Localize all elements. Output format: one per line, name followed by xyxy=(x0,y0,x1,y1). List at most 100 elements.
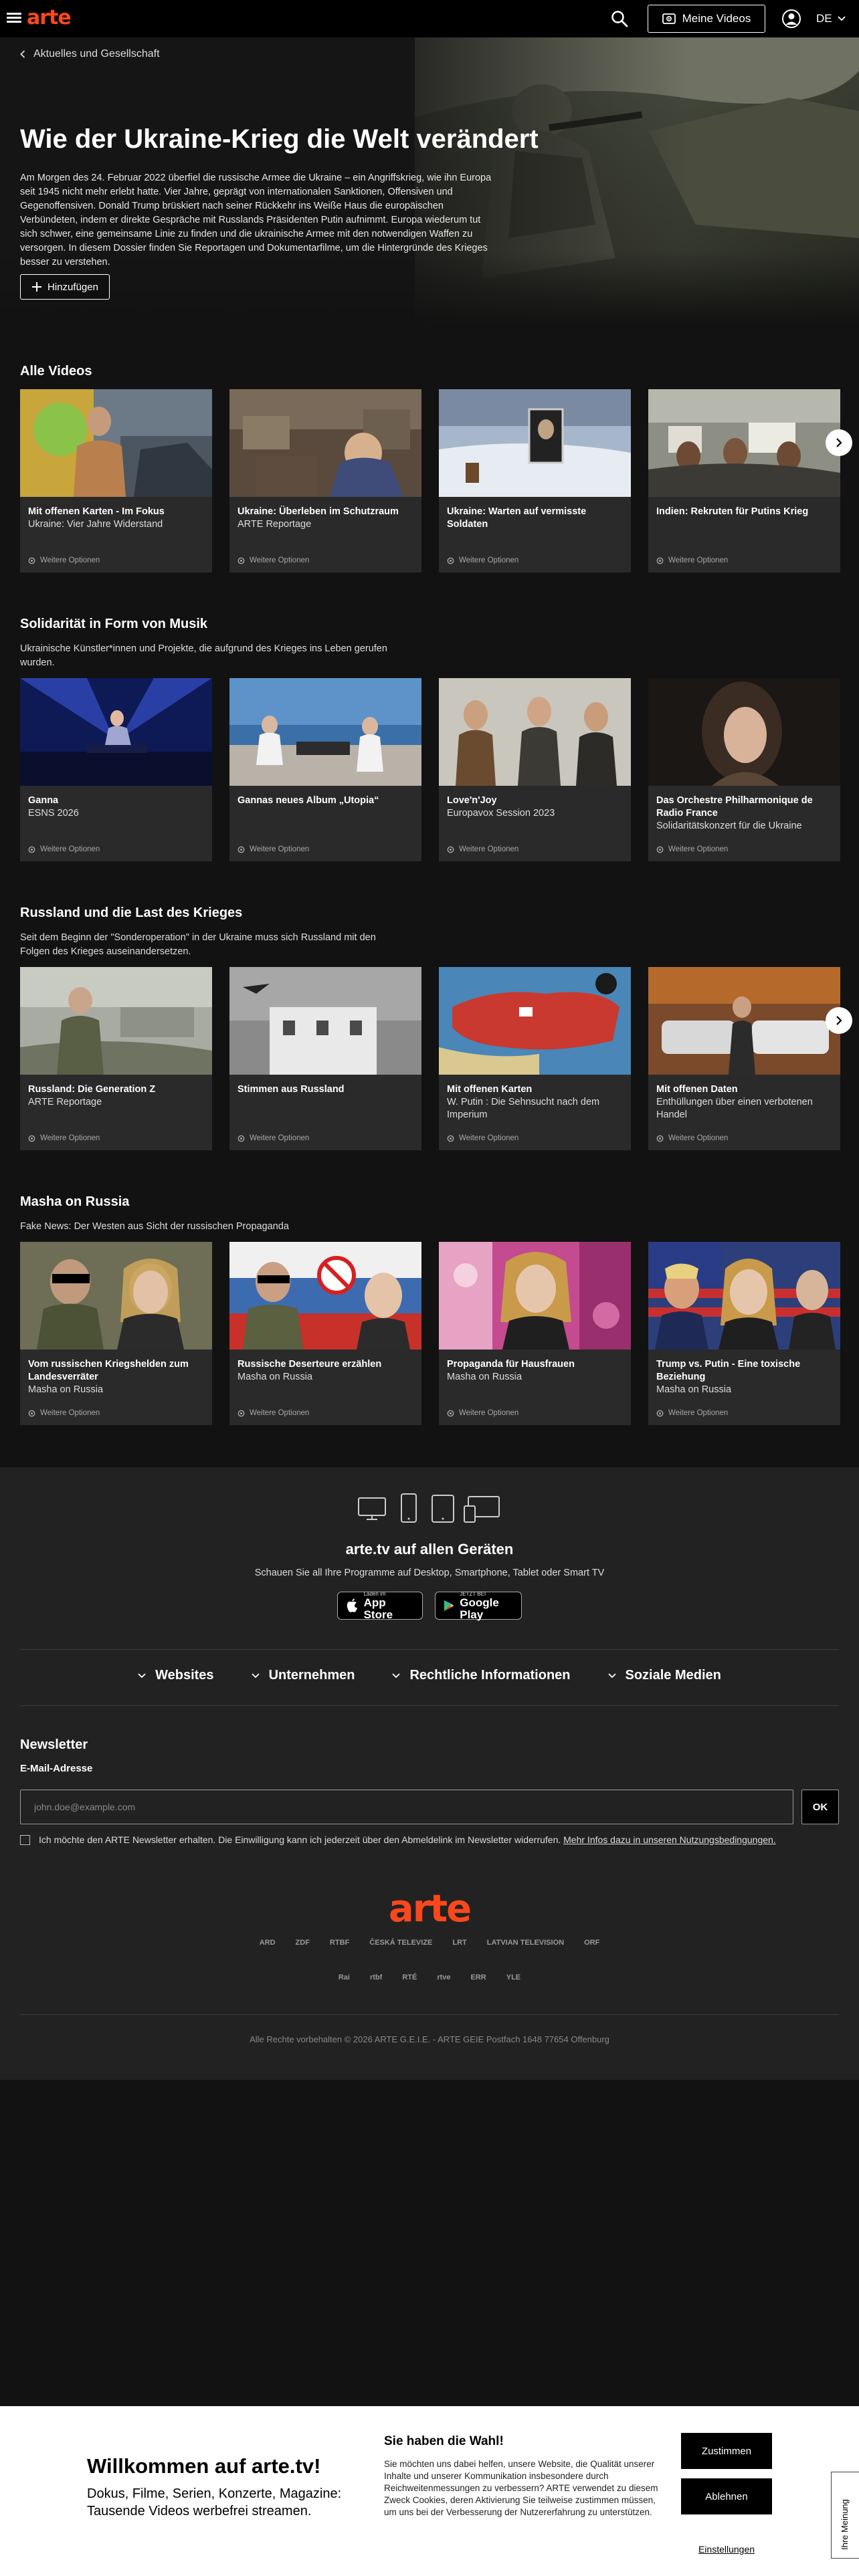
footer-link-unternehmen[interactable]: Unternehmen xyxy=(251,1668,355,1683)
partner-logo[interactable]: RTÉ xyxy=(401,1969,418,1986)
partner-logo[interactable]: ORF xyxy=(583,1934,601,1951)
google-play-label: Google Play xyxy=(460,1596,499,1621)
video-thumbnail xyxy=(439,678,631,786)
partner-logo[interactable]: ARD xyxy=(258,1934,277,1951)
feedback-tab[interactable]: Ihre Meinung xyxy=(831,2472,859,2559)
my-videos-button[interactable]: Meine Videos xyxy=(648,5,765,33)
video-card[interactable]: Ganna ESNS 2026 Weitere Optionen xyxy=(20,678,212,861)
video-subtitle: Ukraine: Vier Jahre Widerstand xyxy=(28,519,163,530)
video-card[interactable]: Mit offenen Karten W. Putin : Die Sehnsu… xyxy=(439,967,631,1150)
video-card[interactable]: Propaganda für Hausfrauen Masha on Russi… xyxy=(439,1242,631,1425)
video-row: Mit offenen Karten - Im Fokus Ukraine: V… xyxy=(20,389,859,572)
more-options[interactable]: Weitere Optionen xyxy=(237,556,309,564)
more-options[interactable]: Weitere Optionen xyxy=(237,845,309,853)
more-options-label: Weitere Optionen xyxy=(40,556,100,564)
more-options[interactable]: Weitere Optionen xyxy=(447,1409,518,1417)
newsletter-submit-button[interactable]: OK xyxy=(801,1790,839,1824)
settings-icon xyxy=(447,846,454,853)
arte-footer-logo: arte xyxy=(388,1887,472,1931)
video-card[interactable]: Russische Deserteure erzählen Masha on R… xyxy=(229,1242,421,1425)
hero-description: Am Morgen des 24. Februar 2022 überfiel … xyxy=(20,173,492,267)
more-options[interactable]: Weitere Optionen xyxy=(28,845,100,853)
newsletter-consent-checkbox[interactable] xyxy=(20,1835,30,1845)
video-thumbnail xyxy=(229,678,421,786)
breadcrumb[interactable]: Aktuelles und Gesellschaft xyxy=(20,48,160,60)
settings-icon xyxy=(656,1410,664,1416)
more-options[interactable]: Weitere Optionen xyxy=(447,1134,518,1142)
video-subtitle: Enthüllungen über einen verbotenen Hande… xyxy=(656,1097,813,1120)
app-store-button[interactable]: Laden im App Store xyxy=(337,1591,423,1620)
video-card[interactable]: Mit offenen Karten - Im Fokus Ukraine: V… xyxy=(20,389,212,572)
cookie-decline-button[interactable]: Ablehnen xyxy=(681,2478,772,2514)
partner-logo[interactable]: rtbf xyxy=(369,1969,383,1986)
more-options[interactable]: Weitere Optionen xyxy=(28,556,100,564)
video-card[interactable]: Ukraine: Überleben im Schutzraum ARTE Re… xyxy=(229,389,421,572)
video-card[interactable]: Das Orchestre Philharmonique de Radio Fr… xyxy=(648,678,840,861)
more-options[interactable]: Weitere Optionen xyxy=(656,845,728,853)
partner-logo[interactable]: LRT xyxy=(451,1934,468,1951)
more-options[interactable]: Weitere Optionen xyxy=(656,1134,728,1142)
video-card[interactable]: Ukraine: Warten auf vermisste Soldaten W… xyxy=(439,389,631,572)
email-field[interactable] xyxy=(20,1790,793,1824)
video-card[interactable]: Trump vs. Putin - Eine toxische Beziehun… xyxy=(648,1242,840,1425)
partner-logo[interactable]: ERR xyxy=(470,1969,488,1986)
video-card[interactable]: Stimmen aus Russland Weitere Optionen xyxy=(229,967,421,1150)
video-card[interactable]: Love'n'Joy Europavox Session 2023 Weiter… xyxy=(439,678,631,861)
more-options[interactable]: Weitere Optionen xyxy=(28,1134,100,1142)
settings-icon xyxy=(28,1410,35,1416)
apple-icon xyxy=(347,1598,358,1612)
video-thumbnail xyxy=(648,967,840,1075)
partner-logo[interactable]: ČESKÁ TELEVIZE xyxy=(368,1934,434,1951)
section-title: Solidarität in Form von Musik xyxy=(20,617,208,631)
partner-logo[interactable]: RTBF xyxy=(328,1934,351,1951)
more-options[interactable]: Weitere Optionen xyxy=(656,1409,728,1417)
video-row: Ganna ESNS 2026 Weitere Optionen Gannas … xyxy=(20,678,859,861)
video-card[interactable]: Russland: Die Generation Z ARTE Reportag… xyxy=(20,967,212,1150)
more-options[interactable]: Weitere Optionen xyxy=(237,1134,309,1142)
more-options[interactable]: Weitere Optionen xyxy=(447,845,518,853)
user-icon[interactable] xyxy=(781,9,801,29)
carousel-next-button[interactable] xyxy=(826,429,852,456)
video-thumbnail xyxy=(20,389,212,497)
terms-link[interactable]: Mehr Infos dazu in unseren Nutzungsbedin… xyxy=(563,1834,776,1845)
section-subtitle: Seit dem Beginn der "Sonderoperation" in… xyxy=(20,932,376,957)
more-options[interactable]: Weitere Optionen xyxy=(447,556,518,564)
video-card[interactable]: Mit offenen Daten Enthüllungen über eine… xyxy=(648,967,840,1150)
chevron-left-icon xyxy=(20,50,25,58)
more-options-label: Weitere Optionen xyxy=(250,1409,310,1417)
footer-link-social[interactable]: Soziale Medien xyxy=(607,1668,721,1683)
settings-icon xyxy=(28,846,35,853)
more-options[interactable]: Weitere Optionen xyxy=(656,556,728,564)
footer-link-websites[interactable]: Websites xyxy=(138,1668,214,1683)
video-title: Stimmen aus Russland xyxy=(237,1084,345,1095)
partner-logo[interactable]: ZDF xyxy=(294,1934,311,1951)
more-options[interactable]: Weitere Optionen xyxy=(237,1409,309,1417)
google-play-button[interactable]: JETZT BEI Google Play xyxy=(435,1591,522,1621)
partner-logo[interactable]: rtve xyxy=(436,1969,452,1986)
more-options-label: Weitere Optionen xyxy=(459,1409,519,1417)
menu-icon[interactable] xyxy=(7,11,21,25)
more-options-label: Weitere Optionen xyxy=(40,845,100,853)
partner-logo[interactable]: LATVIAN TELEVISION xyxy=(486,1934,565,1951)
settings-icon xyxy=(447,1135,454,1142)
search-icon[interactable] xyxy=(610,9,629,28)
video-card[interactable]: Gannas neues Album „Utopia“ Weitere Opti… xyxy=(229,678,421,861)
video-card[interactable]: Indien: Rekruten für Putins Krieg Weiter… xyxy=(648,389,840,572)
carousel-next-button[interactable] xyxy=(826,1007,852,1034)
consent-label: Ich möchte den ARTE Newsletter erhalten.… xyxy=(39,1834,564,1845)
add-to-list-button[interactable]: Hinzufügen xyxy=(20,274,110,300)
video-library-icon xyxy=(662,13,676,24)
more-options[interactable]: Weitere Optionen xyxy=(28,1409,100,1417)
cookie-accept-button[interactable]: Zustimmen xyxy=(681,2433,772,2469)
cookie-settings-link[interactable]: Einstellungen xyxy=(681,2544,772,2555)
arte-logo[interactable]: arte xyxy=(27,6,72,29)
video-title: Ukraine: Warten auf vermisste Soldaten xyxy=(447,506,587,530)
footer-link-label: Websites xyxy=(155,1668,214,1683)
footer-link-legal[interactable]: Rechtliche Informationen xyxy=(392,1668,571,1683)
language-selector[interactable]: DE xyxy=(816,12,846,25)
video-card[interactable]: Vom russischen Kriegshelden zum Landesve… xyxy=(20,1242,212,1425)
partner-logo[interactable]: Rai xyxy=(337,1969,351,1986)
partner-logo[interactable]: YLE xyxy=(505,1969,522,1986)
settings-icon xyxy=(28,1135,35,1142)
video-title: Gannas neues Album „Utopia“ xyxy=(237,795,379,806)
